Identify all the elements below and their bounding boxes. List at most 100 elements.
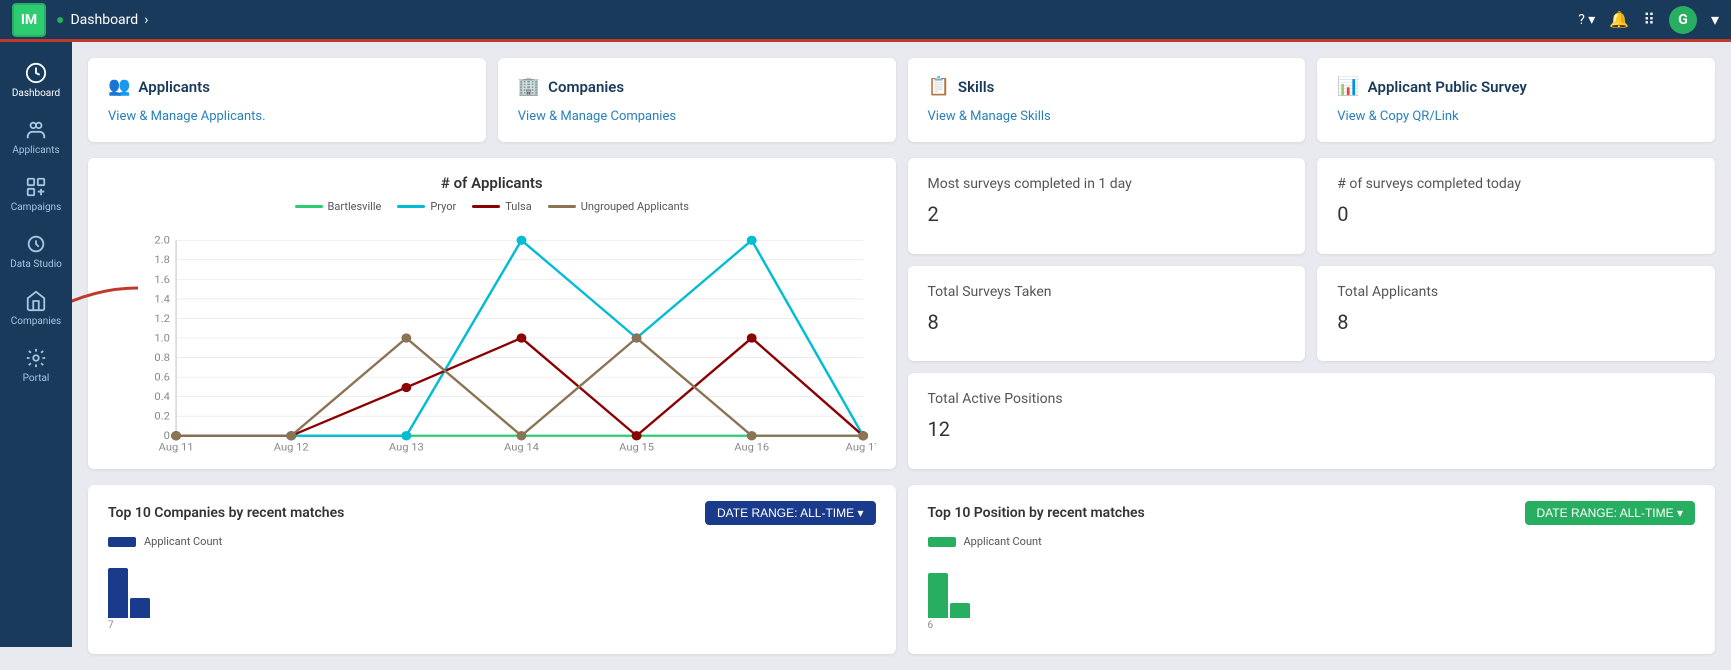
logo[interactable]: IM [12,3,46,37]
svg-text:Aug 16: Aug 16 [734,441,769,453]
chart-title: # of Applicants [108,174,876,192]
survey-link[interactable]: View & Copy QR/Link [1337,109,1458,124]
bottom-card-companies: Top 10 Companies by recent matches DATE … [88,485,896,654]
date-range-positions-button[interactable]: DATE RANGE: ALL-TIME ▾ [1525,501,1696,525]
svg-text:Aug 17: Aug 17 [846,441,876,453]
quick-card-companies-title: 🏢 Companies [518,76,876,97]
svg-text:0.4: 0.4 [154,390,169,403]
legend-rect-companies [108,537,136,547]
sidebar-item-campaigns[interactable]: Campaigns [0,166,72,223]
quick-card-applicants-title: 👥 Applicants [108,76,466,97]
svg-text:Aug 12: Aug 12 [274,441,309,453]
avatar[interactable]: G [1669,6,1697,34]
sidebar-item-applicants[interactable]: Applicants [0,109,72,166]
sidebar-item-data-studio[interactable]: Data Studio [0,223,72,280]
breadcrumb-label: Dashboard [70,12,138,28]
companies-link[interactable]: View & Manage Companies [518,109,676,124]
stat-label-most-surveys: Most surveys completed in 1 day [928,176,1286,192]
applicants-icon-card: 👥 [108,76,130,97]
quick-card-survey: 📊 Applicant Public Survey View & Copy QR… [1317,58,1715,142]
legend-line-ungrouped [548,205,576,208]
line-chart-svg: .grid-line { stroke: #e0e0e0; stroke-wid… [108,223,876,453]
grid-icon[interactable]: ⠿ [1643,10,1655,29]
svg-text:1.2: 1.2 [154,312,169,325]
bottom-legend-positions: Applicant Count [928,535,1696,548]
mini-chart-positions: 6 [928,558,1696,638]
date-range-companies-button[interactable]: DATE RANGE: ALL-TIME ▾ [705,501,876,525]
applicants-icon [25,119,47,141]
mini-bars-companies [108,558,876,618]
stat-card-active-positions: Total Active Positions 12 [908,373,1716,469]
middle-row: # of Applicants Bartlesville Pryor Tulsa… [88,158,1715,469]
data-studio-icon [25,233,47,255]
breadcrumb: ● Dashboard › [56,11,148,28]
mini-bar-pos-2 [950,603,970,618]
stat-card-most-surveys: Most surveys completed in 1 day 2 [908,158,1306,254]
stat-value-total-surveys: 8 [928,310,1286,334]
companies-icon-card: 🏢 [518,76,540,97]
bottom-card-positions: Top 10 Position by recent matches DATE R… [908,485,1716,654]
quick-card-skills-title: 📋 Skills [928,76,1286,97]
bottom-card-companies-title: Top 10 Companies by recent matches [108,505,344,521]
portal-icon [25,347,47,369]
bottom-card-positions-header: Top 10 Position by recent matches DATE R… [928,501,1696,525]
legend-line-tulsa [472,205,500,208]
svg-text:0.2: 0.2 [154,410,169,423]
bottom-x-label-6: 6 [928,620,1696,631]
dashboard-icon [25,62,47,84]
chart-area: .grid-line { stroke: #e0e0e0; stroke-wid… [108,223,876,453]
quick-links-row: 👥 Applicants View & Manage Applicants. 🏢… [88,58,1715,142]
help-button[interactable]: ? ▾ [1578,12,1595,28]
stat-value-active-positions: 12 [928,417,1696,441]
skills-icon-card: 📋 [928,76,950,97]
stat-card-surveys-today: # of surveys completed today 0 [1317,158,1715,254]
svg-text:0.6: 0.6 [154,371,169,384]
campaigns-icon [25,176,47,198]
svg-text:Aug 14: Aug 14 [504,441,539,453]
companies-icon [25,290,47,312]
chart-legend: Bartlesville Pryor Tulsa Ungrouped Appli… [108,200,876,213]
skills-link[interactable]: View & Manage Skills [928,109,1051,124]
mini-chart-companies: 7 [108,558,876,638]
mini-bar-pos-1 [928,573,948,618]
legend-line-bartlesville [295,205,323,208]
stat-label-total-applicants: Total Applicants [1337,284,1695,300]
mini-bars-positions [928,558,1696,618]
quick-card-applicants: 👥 Applicants View & Manage Applicants. [88,58,486,142]
sidebar-item-companies[interactable]: Companies [0,280,72,337]
stat-card-total-applicants: Total Applicants 8 [1317,266,1715,362]
legend-bartlesville: Bartlesville [295,200,382,213]
bottom-card-companies-header: Top 10 Companies by recent matches DATE … [108,501,876,525]
stat-value-most-surveys: 2 [928,202,1286,226]
sidebar-item-portal[interactable]: Portal [0,337,72,394]
survey-icon-card: 📊 [1337,76,1359,97]
stat-label-active-positions: Total Active Positions [928,391,1696,407]
quick-card-companies: 🏢 Companies View & Manage Companies [498,58,896,142]
stat-card-total-surveys: Total Surveys Taken 8 [908,266,1306,362]
quick-card-skills: 📋 Skills View & Manage Skills [908,58,1306,142]
breadcrumb-sep: › [144,12,148,28]
bottom-row: Top 10 Companies by recent matches DATE … [88,485,1715,654]
legend-ungrouped: Ungrouped Applicants [548,200,689,213]
mini-bar-1 [108,568,128,618]
svg-text:0.8: 0.8 [154,351,169,364]
svg-text:Aug 15: Aug 15 [619,441,654,453]
legend-rect-positions [928,537,956,547]
avatar-caret[interactable]: ▾ [1711,10,1719,29]
sidebar: Dashboard Applicants Campaigns Data Stud… [0,42,72,647]
svg-text:1.8: 1.8 [154,254,169,267]
svg-text:2.0: 2.0 [154,234,169,247]
stat-value-total-applicants: 8 [1337,310,1695,334]
topbar-right: ? ▾ 🔔 ⠿ G ▾ [1578,6,1719,34]
sidebar-item-dashboard[interactable]: Dashboard [0,52,72,109]
legend-pryor: Pryor [397,200,456,213]
stat-value-surveys-today: 0 [1337,202,1695,226]
stat-label-surveys-today: # of surveys completed today [1337,176,1695,192]
svg-text:Aug 11: Aug 11 [159,441,194,453]
applicants-link[interactable]: View & Manage Applicants. [108,109,266,124]
quick-card-survey-title: 📊 Applicant Public Survey [1337,76,1695,97]
bell-icon[interactable]: 🔔 [1609,10,1629,29]
stats-grid: Most surveys completed in 1 day 2 # of s… [908,158,1716,469]
stat-label-total-surveys: Total Surveys Taken [928,284,1286,300]
bottom-x-label-7: 7 [108,620,876,631]
